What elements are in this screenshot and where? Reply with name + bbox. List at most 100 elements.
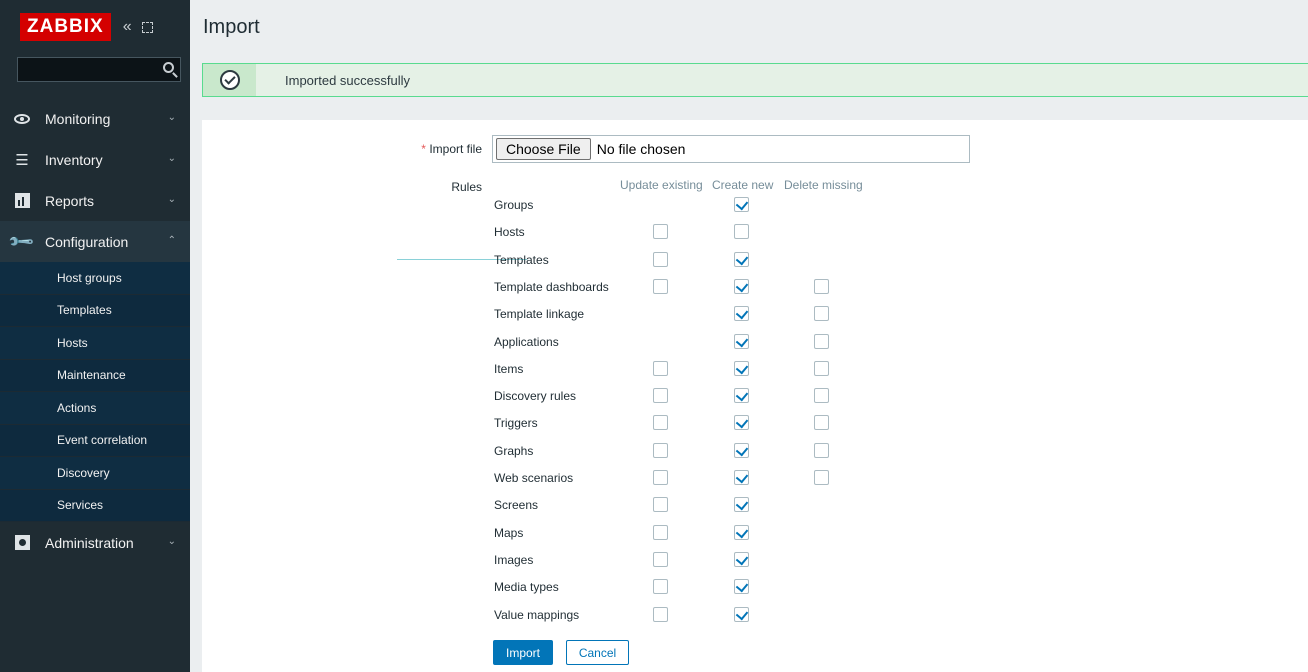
col-delete-missing: Delete missing: [784, 178, 863, 192]
update-checkbox[interactable]: [653, 470, 668, 485]
update-checkbox[interactable]: [653, 524, 668, 540]
delete-checkbox[interactable]: [814, 388, 829, 404]
rules-label: Rules: [451, 180, 482, 194]
rule-label: Value mappings: [494, 607, 580, 622]
rule-label: Screens: [494, 498, 539, 513]
rule-label: Items: [494, 361, 524, 376]
create-checkbox[interactable]: [734, 551, 749, 567]
col-update-existing: Update existing: [620, 178, 703, 192]
rule-label: Groups: [494, 198, 534, 212]
update-checkbox[interactable]: [653, 579, 668, 595]
menu-label: Configuration: [45, 233, 129, 250]
delete-checkbox[interactable]: [814, 360, 829, 376]
page-title: Import: [190, 0, 1308, 54]
kiosk-mode-icon[interactable]: [141, 21, 153, 33]
file-input[interactable]: Choose File No file chosen: [492, 135, 970, 163]
gear-icon: [13, 534, 31, 552]
delete-checkbox[interactable]: [814, 415, 829, 431]
delete-checkbox[interactable]: [814, 333, 829, 349]
delete-checkbox[interactable]: [814, 442, 829, 458]
create-checkbox[interactable]: [734, 442, 749, 458]
required-mark: *: [421, 142, 426, 156]
create-checkbox[interactable]: [734, 415, 749, 431]
create-checkbox[interactable]: [734, 606, 749, 622]
submenu-hosts[interactable]: Hosts: [0, 327, 190, 360]
update-checkbox[interactable]: [653, 442, 668, 458]
zabbix-logo[interactable]: ZABBIX: [20, 13, 111, 41]
update-checkbox[interactable]: [653, 497, 668, 513]
check-circle-icon: [219, 70, 240, 90]
import-button[interactable]: Import: [493, 640, 553, 665]
update-checkbox[interactable]: [653, 415, 668, 431]
create-checkbox[interactable]: [734, 524, 749, 540]
create-checkbox[interactable]: [734, 388, 749, 404]
search-icon[interactable]: [163, 62, 174, 73]
search-field: [17, 57, 181, 82]
create-checkbox[interactable]: [734, 470, 749, 485]
delete-checkbox[interactable]: [814, 470, 829, 485]
chevron-down-icon: ⌄: [167, 194, 176, 205]
menu-inventory[interactable]: ☰ Inventory ⌄: [0, 139, 190, 180]
update-checkbox[interactable]: [653, 224, 668, 240]
sidebar: ZABBIX « Monitoring ⌄ ☰ Inventory ⌄ Repo…: [0, 0, 190, 672]
update-checkbox[interactable]: [653, 388, 668, 404]
menu-label: Monitoring: [45, 110, 111, 127]
submenu-actions[interactable]: Actions: [0, 392, 190, 425]
col-create-new: Create new: [712, 178, 774, 192]
rule-label: Triggers: [494, 416, 538, 431]
create-checkbox[interactable]: [734, 251, 749, 267]
menu-label: Inventory: [45, 151, 103, 168]
report-icon: [13, 192, 31, 210]
import-form: * Import file Choose File No file chosen…: [202, 120, 1308, 672]
menu-reports[interactable]: Reports ⌄: [0, 180, 190, 221]
success-message: Imported successfully: [202, 63, 1308, 97]
rule-label: Media types: [494, 580, 559, 595]
main-menu: Monitoring ⌄ ☰ Inventory ⌄ Reports ⌄ 🔧 C…: [0, 98, 190, 563]
submenu-templates[interactable]: Templates: [0, 294, 190, 327]
create-checkbox[interactable]: [734, 278, 749, 294]
collapse-sidebar-icon[interactable]: «: [123, 18, 132, 36]
create-checkbox[interactable]: [734, 224, 749, 240]
update-checkbox[interactable]: [653, 251, 668, 267]
update-checkbox[interactable]: [653, 551, 668, 567]
chevron-up-icon: ⌃: [167, 235, 176, 246]
submenu-maintenance[interactable]: Maintenance: [0, 359, 190, 392]
update-checkbox[interactable]: [653, 278, 668, 294]
submenu-host-groups[interactable]: Host groups: [0, 262, 190, 295]
rule-label: Template dashboards: [494, 279, 609, 294]
search-input[interactable]: [18, 58, 180, 81]
delete-checkbox[interactable]: [814, 278, 829, 294]
create-checkbox[interactable]: [734, 333, 749, 349]
list-icon: ☰: [15, 151, 29, 169]
message-text: Imported successfully: [285, 72, 410, 88]
rule-label: Hosts: [494, 225, 525, 240]
create-checkbox[interactable]: [734, 360, 749, 376]
submenu-event-correlation[interactable]: Event correlation: [0, 424, 190, 457]
update-checkbox[interactable]: [653, 606, 668, 622]
chevron-down-icon: ⌄: [167, 153, 176, 164]
rule-label: Graphs: [494, 443, 534, 458]
submenu-discovery[interactable]: Discovery: [0, 457, 190, 490]
rule-label: Maps: [494, 525, 524, 540]
menu-label: Reports: [45, 192, 95, 209]
menu-administration[interactable]: Administration ⌄: [0, 522, 190, 563]
menu-monitoring[interactable]: Monitoring ⌄: [0, 98, 190, 139]
choose-file-button[interactable]: Choose File: [496, 138, 591, 160]
create-checkbox[interactable]: [734, 306, 749, 322]
main-content: Import Imported successfully * Import fi…: [190, 0, 1308, 672]
create-checkbox[interactable]: [734, 497, 749, 513]
create-checkbox[interactable]: [734, 579, 749, 595]
rule-label: Discovery rules: [494, 389, 577, 404]
file-status: No file chosen: [596, 141, 686, 157]
configuration-submenu: Host groups Templates Hosts Maintenance …: [0, 262, 190, 522]
brand-row: ZABBIX «: [0, 0, 190, 54]
menu-configuration[interactable]: 🔧 Configuration ⌃: [0, 221, 190, 262]
delete-checkbox[interactable]: [814, 306, 829, 322]
create-checkbox[interactable]: [734, 197, 749, 212]
cancel-button[interactable]: Cancel: [566, 640, 629, 665]
rule-label: Template linkage: [494, 307, 585, 322]
rule-label: Images: [494, 552, 534, 567]
submenu-services[interactable]: Services: [0, 489, 190, 522]
update-checkbox[interactable]: [653, 360, 668, 376]
rule-label: Templates: [494, 252, 549, 267]
